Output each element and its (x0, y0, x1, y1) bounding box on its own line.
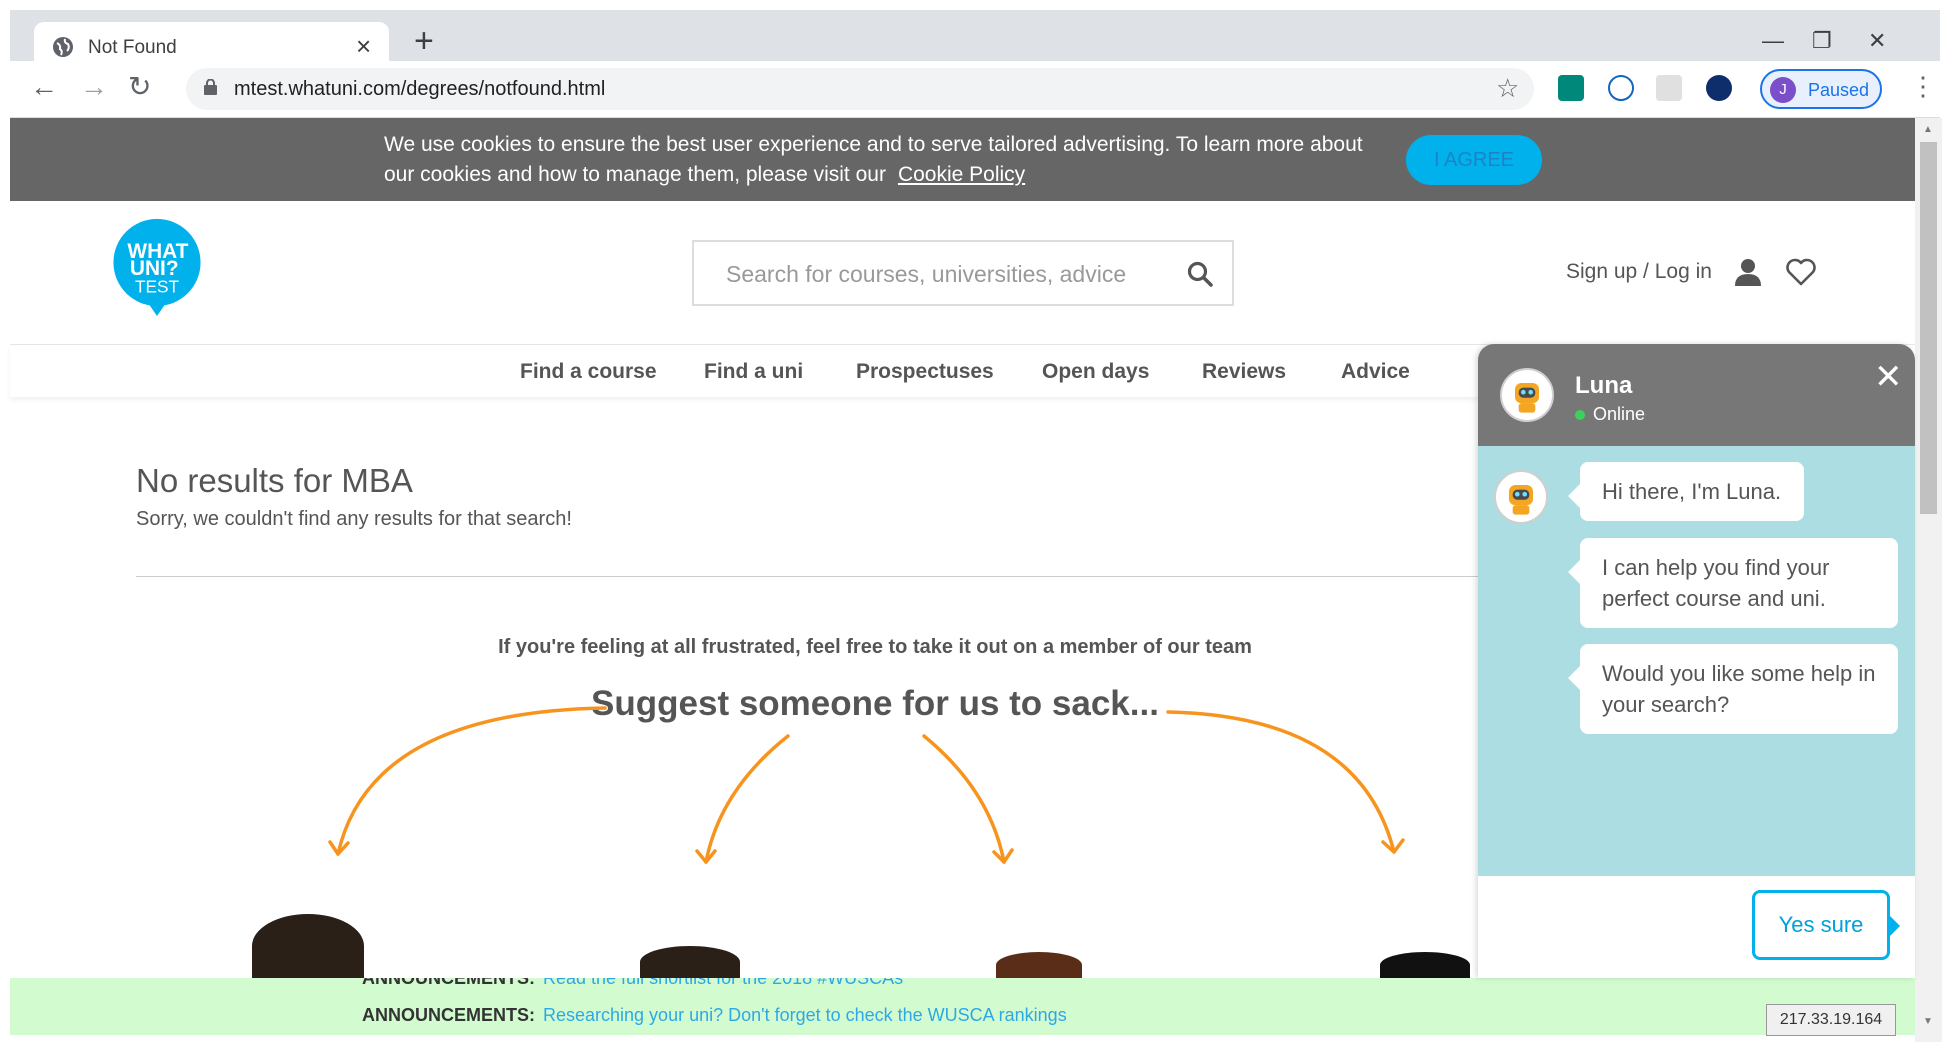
scrollbar-thumb[interactable] (1920, 142, 1937, 514)
profile-status: Paused (1808, 80, 1870, 100)
arrow-icon (922, 734, 1006, 864)
team-photo[interactable] (1380, 952, 1470, 978)
whatuni-logo[interactable]: WHAT UNI? TEST (108, 218, 206, 316)
divider (136, 576, 1556, 577)
ip-address: 217.33.19.164 (1766, 1004, 1896, 1036)
url-text: mtest.whatuni.com/degrees/notfound.html (234, 78, 606, 100)
chat-message: Hi there, I'm Luna. (1568, 462, 1804, 521)
window-close-icon[interactable]: ✕ (1868, 28, 1886, 54)
chat-message: Would you like some help in your search? (1568, 644, 1898, 734)
search-placeholder: Search for courses, universities, advice (726, 261, 1127, 287)
scroll-up-icon[interactable]: ▲ (1923, 124, 1933, 135)
back-icon[interactable]: ← (30, 73, 58, 101)
lock-icon (204, 79, 217, 95)
chat-messages: Hi there, I'm Luna. I can help you find … (1478, 446, 1915, 876)
restore-icon[interactable]: ❐ (1812, 28, 1832, 54)
search-icon[interactable] (1187, 261, 1213, 287)
chat-message: I can help you find your perfect course … (1568, 538, 1898, 628)
chat-widget: Luna Online ✕ Hi there, I'm Luna. I can … (1478, 344, 1915, 978)
announcements-bar: ANNOUNCEMENTS: Read the full shortlist fo… (10, 978, 1915, 1035)
arrow-icon (336, 706, 607, 856)
extension-icon[interactable] (1706, 75, 1732, 101)
arrows-illustration (328, 706, 1405, 864)
agree-button[interactable]: I AGREE (1406, 135, 1542, 185)
nav-find-a-uni[interactable]: Find a uni (704, 360, 803, 384)
bot-avatar (1494, 470, 1548, 524)
chat-close-icon[interactable]: ✕ (1874, 360, 1903, 394)
tab-title: Not Found (88, 37, 177, 58)
nav-advice[interactable]: Advice (1341, 360, 1410, 384)
team-photo[interactable] (252, 914, 364, 978)
signup-login-link[interactable]: Sign up / Log in (1566, 260, 1712, 284)
address-bar[interactable]: mtest.whatuni.com/degrees/notfound.html … (186, 68, 1534, 110)
announcement-link[interactable]: Read the full shortlist for the 2018 #WU… (543, 978, 903, 988)
globe-icon (53, 37, 73, 57)
browser-toolbar: ← → ↻ mtest.whatuni.com/degrees/notfound… (10, 61, 1940, 118)
nav-reviews[interactable]: Reviews (1202, 360, 1286, 384)
bookmark-star-icon[interactable]: ☆ (1496, 73, 1519, 104)
forward-icon[interactable]: → (80, 73, 108, 101)
search-input[interactable]: Search for courses, universities, advice (692, 240, 1234, 306)
announcement-label: ANNOUNCEMENTS: (362, 978, 535, 988)
reload-icon[interactable]: ↻ (128, 73, 151, 101)
browser-tabstrip: Not Found × + — ❐ ✕ (10, 10, 1940, 72)
online-status-icon (1575, 410, 1585, 420)
extension-icon[interactable] (1558, 75, 1584, 101)
bot-avatar (1500, 368, 1554, 422)
cookie-text: We use cookies to ensure the best user e… (384, 133, 1363, 186)
chat-footer: Yes sure (1478, 876, 1915, 978)
nav-open-days[interactable]: Open days (1042, 360, 1149, 384)
new-tab-icon[interactable]: + (414, 24, 434, 58)
yes-sure-button[interactable]: Yes sure (1752, 890, 1900, 960)
logo-text: TEST (135, 276, 180, 296)
tab-close-icon[interactable]: × (356, 31, 371, 62)
page-subtitle: Sorry, we couldn't find any results for … (136, 508, 572, 530)
extension-icon[interactable] (1656, 75, 1682, 101)
chat-header: Luna Online ✕ (1478, 344, 1915, 446)
scroll-down-icon[interactable]: ▼ (1923, 1016, 1933, 1027)
cookie-policy-link[interactable]: Cookie Policy (898, 163, 1025, 186)
team-photo[interactable] (996, 952, 1082, 978)
page-title: No results for MBA (136, 462, 413, 499)
announcement-item: ANNOUNCEMENTS: Read the full shortlist fo… (362, 978, 903, 989)
minimize-icon[interactable]: — (1762, 28, 1784, 54)
announcement-label: ANNOUNCEMENTS: (362, 1005, 535, 1025)
heart-icon[interactable] (1786, 258, 1816, 286)
cookie-banner: We use cookies to ensure the best user e… (10, 118, 1915, 201)
browser-menu-icon[interactable]: ⋮ (1910, 71, 1936, 102)
nav-find-a-course[interactable]: Find a course (520, 360, 657, 384)
chat-status: Online (1593, 404, 1646, 424)
team-photo[interactable] (640, 946, 740, 978)
user-icon[interactable] (1734, 258, 1762, 286)
scrollbar[interactable]: ▲ ▼ (1915, 118, 1942, 1042)
nav-prospectuses[interactable]: Prospectuses (856, 360, 994, 384)
arrow-icon (704, 734, 790, 864)
announcement-link[interactable]: Researching your uni? Don't forget to ch… (543, 1005, 1067, 1025)
extension-icon[interactable] (1608, 75, 1634, 101)
profile-button[interactable]: J Paused (1760, 69, 1882, 109)
avatar: J (1770, 77, 1796, 103)
chat-bot-name: Luna (1575, 372, 1633, 399)
announcement-item: ANNOUNCEMENTS: Researching your uni? Don'… (362, 1005, 1067, 1026)
arrow-icon (1166, 710, 1396, 854)
cookie-message: We use cookies to ensure the best user e… (384, 130, 1384, 190)
